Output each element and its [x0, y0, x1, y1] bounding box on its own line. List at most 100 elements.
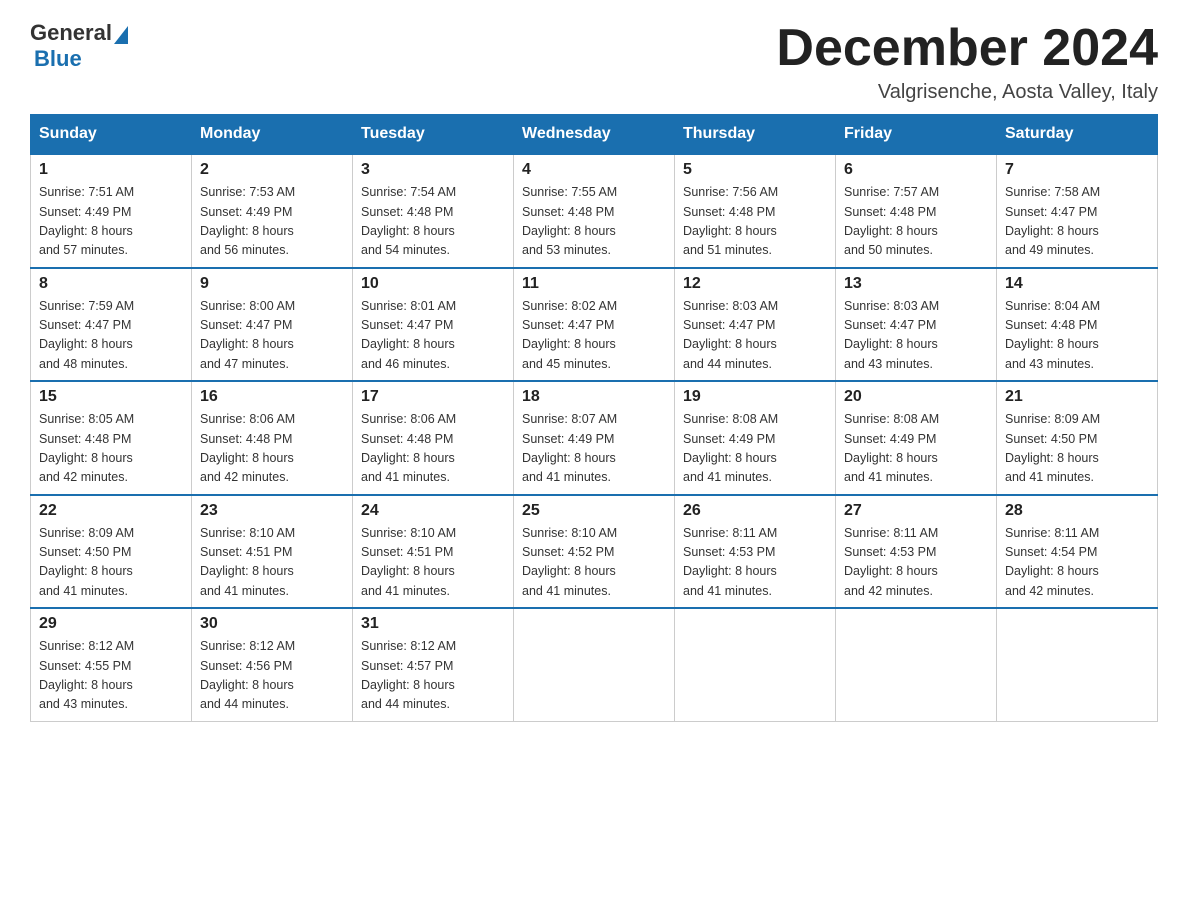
calendar-cell: 31 Sunrise: 8:12 AMSunset: 4:57 PMDaylig… [353, 608, 514, 721]
day-info: Sunrise: 7:59 AMSunset: 4:47 PMDaylight:… [39, 299, 134, 371]
logo-general-text: General [30, 20, 112, 46]
calendar-cell: 19 Sunrise: 8:08 AMSunset: 4:49 PMDaylig… [675, 381, 836, 495]
day-number: 5 [683, 161, 827, 179]
day-number: 9 [200, 275, 344, 293]
day-info: Sunrise: 8:04 AMSunset: 4:48 PMDaylight:… [1005, 299, 1100, 371]
calendar-cell: 17 Sunrise: 8:06 AMSunset: 4:48 PMDaylig… [353, 381, 514, 495]
day-number: 6 [844, 161, 988, 179]
day-number: 14 [1005, 275, 1149, 293]
calendar-subtitle: Valgrisenche, Aosta Valley, Italy [776, 81, 1158, 104]
day-number: 4 [522, 161, 666, 179]
calendar-cell: 7 Sunrise: 7:58 AMSunset: 4:47 PMDayligh… [997, 154, 1158, 268]
day-info: Sunrise: 8:09 AMSunset: 4:50 PMDaylight:… [39, 526, 134, 598]
day-number: 15 [39, 388, 183, 406]
day-info: Sunrise: 8:12 AMSunset: 4:55 PMDaylight:… [39, 639, 134, 711]
day-info: Sunrise: 8:06 AMSunset: 4:48 PMDaylight:… [200, 412, 295, 484]
logo-blue-text: Blue [34, 46, 82, 71]
day-number: 29 [39, 615, 183, 633]
week-row-4: 22 Sunrise: 8:09 AMSunset: 4:50 PMDaylig… [31, 495, 1158, 609]
calendar-cell: 6 Sunrise: 7:57 AMSunset: 4:48 PMDayligh… [836, 154, 997, 268]
weekday-header-thursday: Thursday [675, 115, 836, 155]
day-info: Sunrise: 7:53 AMSunset: 4:49 PMDaylight:… [200, 185, 295, 257]
calendar-cell: 25 Sunrise: 8:10 AMSunset: 4:52 PMDaylig… [514, 495, 675, 609]
day-info: Sunrise: 8:07 AMSunset: 4:49 PMDaylight:… [522, 412, 617, 484]
day-info: Sunrise: 7:56 AMSunset: 4:48 PMDaylight:… [683, 185, 778, 257]
week-row-2: 8 Sunrise: 7:59 AMSunset: 4:47 PMDayligh… [31, 268, 1158, 382]
calendar-title: December 2024 [776, 20, 1158, 77]
day-info: Sunrise: 7:57 AMSunset: 4:48 PMDaylight:… [844, 185, 939, 257]
week-row-5: 29 Sunrise: 8:12 AMSunset: 4:55 PMDaylig… [31, 608, 1158, 721]
page-header: General Blue December 2024 Valgrisenche,… [30, 20, 1158, 104]
day-info: Sunrise: 8:11 AMSunset: 4:53 PMDaylight:… [844, 526, 938, 598]
day-info: Sunrise: 8:08 AMSunset: 4:49 PMDaylight:… [683, 412, 778, 484]
day-info: Sunrise: 8:02 AMSunset: 4:47 PMDaylight:… [522, 299, 617, 371]
day-info: Sunrise: 7:55 AMSunset: 4:48 PMDaylight:… [522, 185, 617, 257]
calendar-cell: 18 Sunrise: 8:07 AMSunset: 4:49 PMDaylig… [514, 381, 675, 495]
day-number: 24 [361, 502, 505, 520]
day-info: Sunrise: 8:00 AMSunset: 4:47 PMDaylight:… [200, 299, 295, 371]
calendar-cell: 20 Sunrise: 8:08 AMSunset: 4:49 PMDaylig… [836, 381, 997, 495]
day-number: 18 [522, 388, 666, 406]
day-number: 20 [844, 388, 988, 406]
day-number: 8 [39, 275, 183, 293]
calendar-cell [675, 608, 836, 721]
day-info: Sunrise: 8:10 AMSunset: 4:51 PMDaylight:… [361, 526, 456, 598]
day-info: Sunrise: 8:09 AMSunset: 4:50 PMDaylight:… [1005, 412, 1100, 484]
calendar-cell: 26 Sunrise: 8:11 AMSunset: 4:53 PMDaylig… [675, 495, 836, 609]
calendar-cell: 4 Sunrise: 7:55 AMSunset: 4:48 PMDayligh… [514, 154, 675, 268]
logo-triangle-icon [114, 26, 128, 44]
calendar-cell: 9 Sunrise: 8:00 AMSunset: 4:47 PMDayligh… [192, 268, 353, 382]
day-info: Sunrise: 8:03 AMSunset: 4:47 PMDaylight:… [683, 299, 778, 371]
day-number: 11 [522, 275, 666, 293]
calendar-cell: 1 Sunrise: 7:51 AMSunset: 4:49 PMDayligh… [31, 154, 192, 268]
day-info: Sunrise: 8:10 AMSunset: 4:52 PMDaylight:… [522, 526, 617, 598]
week-row-1: 1 Sunrise: 7:51 AMSunset: 4:49 PMDayligh… [31, 154, 1158, 268]
weekday-header-sunday: Sunday [31, 115, 192, 155]
weekday-header-row: SundayMondayTuesdayWednesdayThursdayFrid… [31, 115, 1158, 155]
calendar-table: SundayMondayTuesdayWednesdayThursdayFrid… [30, 114, 1158, 722]
calendar-cell [997, 608, 1158, 721]
calendar-cell: 28 Sunrise: 8:11 AMSunset: 4:54 PMDaylig… [997, 495, 1158, 609]
weekday-header-saturday: Saturday [997, 115, 1158, 155]
day-info: Sunrise: 7:54 AMSunset: 4:48 PMDaylight:… [361, 185, 456, 257]
weekday-header-tuesday: Tuesday [353, 115, 514, 155]
day-info: Sunrise: 8:01 AMSunset: 4:47 PMDaylight:… [361, 299, 456, 371]
day-number: 26 [683, 502, 827, 520]
day-number: 30 [200, 615, 344, 633]
weekday-header-wednesday: Wednesday [514, 115, 675, 155]
calendar-cell: 11 Sunrise: 8:02 AMSunset: 4:47 PMDaylig… [514, 268, 675, 382]
calendar-title-area: December 2024 Valgrisenche, Aosta Valley… [776, 20, 1158, 104]
day-info: Sunrise: 8:06 AMSunset: 4:48 PMDaylight:… [361, 412, 456, 484]
day-number: 19 [683, 388, 827, 406]
calendar-cell: 5 Sunrise: 7:56 AMSunset: 4:48 PMDayligh… [675, 154, 836, 268]
calendar-cell: 12 Sunrise: 8:03 AMSunset: 4:47 PMDaylig… [675, 268, 836, 382]
calendar-cell: 30 Sunrise: 8:12 AMSunset: 4:56 PMDaylig… [192, 608, 353, 721]
day-info: Sunrise: 8:03 AMSunset: 4:47 PMDaylight:… [844, 299, 939, 371]
calendar-cell: 21 Sunrise: 8:09 AMSunset: 4:50 PMDaylig… [997, 381, 1158, 495]
day-number: 23 [200, 502, 344, 520]
day-info: Sunrise: 8:10 AMSunset: 4:51 PMDaylight:… [200, 526, 295, 598]
day-number: 12 [683, 275, 827, 293]
day-number: 31 [361, 615, 505, 633]
day-info: Sunrise: 8:12 AMSunset: 4:56 PMDaylight:… [200, 639, 295, 711]
day-info: Sunrise: 7:58 AMSunset: 4:47 PMDaylight:… [1005, 185, 1100, 257]
logo: General Blue [30, 20, 130, 72]
day-info: Sunrise: 8:05 AMSunset: 4:48 PMDaylight:… [39, 412, 134, 484]
day-number: 1 [39, 161, 183, 179]
day-number: 3 [361, 161, 505, 179]
day-number: 28 [1005, 502, 1149, 520]
calendar-cell: 29 Sunrise: 8:12 AMSunset: 4:55 PMDaylig… [31, 608, 192, 721]
calendar-cell: 23 Sunrise: 8:10 AMSunset: 4:51 PMDaylig… [192, 495, 353, 609]
day-info: Sunrise: 8:11 AMSunset: 4:54 PMDaylight:… [1005, 526, 1099, 598]
day-number: 2 [200, 161, 344, 179]
calendar-cell: 15 Sunrise: 8:05 AMSunset: 4:48 PMDaylig… [31, 381, 192, 495]
day-info: Sunrise: 8:12 AMSunset: 4:57 PMDaylight:… [361, 639, 456, 711]
day-info: Sunrise: 8:11 AMSunset: 4:53 PMDaylight:… [683, 526, 777, 598]
day-number: 22 [39, 502, 183, 520]
calendar-cell [836, 608, 997, 721]
day-number: 13 [844, 275, 988, 293]
day-number: 10 [361, 275, 505, 293]
calendar-cell: 2 Sunrise: 7:53 AMSunset: 4:49 PMDayligh… [192, 154, 353, 268]
calendar-cell [514, 608, 675, 721]
day-number: 27 [844, 502, 988, 520]
